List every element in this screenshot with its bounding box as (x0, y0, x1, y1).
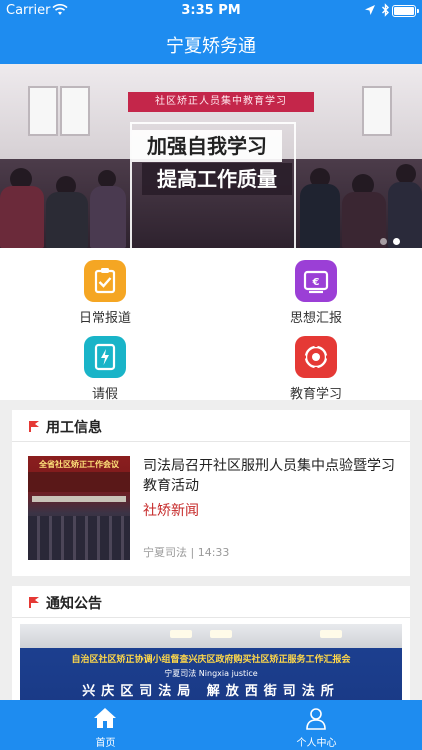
thumbnail-caption: 全省社区矫正工作会议 (39, 460, 119, 469)
function-menu: 日常报道 € 思想汇报 请假 教育学习 (0, 248, 422, 402)
menu-label: 教育学习 (289, 387, 342, 402)
news-thumbnail: 全省社区矫正工作会议 (28, 456, 130, 560)
banner-person (46, 192, 88, 248)
flag-icon (29, 421, 39, 432)
news-meta: 宁夏司法 | 14:33 (143, 544, 229, 560)
section-header: 通知公告 (12, 586, 410, 618)
menu-item-daily-report[interactable]: 日常报道 (50, 260, 160, 326)
banner-window (362, 86, 392, 136)
employment-section: 用工信息 全省社区矫正工作会议 司法局召开社区服刑人员集中点验暨学习教育活动 社… (12, 410, 410, 576)
notice-image[interactable]: 自治区社区矫正协调小组督查兴庆区政府购买社区矫正服务工作汇报会 宁夏司法 Nin… (20, 624, 402, 704)
status-bar: Carrier 3:35 PM (0, 0, 422, 22)
banner-wall-sign: 社区矫正人员集中教育学习 (128, 92, 314, 112)
menu-item-thought-report[interactable]: € 思想汇报 (261, 260, 371, 326)
menu-label: 日常报道 (78, 311, 131, 326)
notice-image-text: 自治区社区矫正协调小组督查兴庆区政府购买社区矫正服务工作汇报会 (71, 655, 351, 665)
banner-carousel[interactable]: 社区矫正人员集中教育学习 加强自我学习 提高工作质量 (0, 64, 422, 248)
status-time: 3:35 PM (181, 3, 241, 18)
page-title: 宁夏矫务通 (166, 36, 256, 57)
notice-image-lamp (170, 630, 192, 638)
report-icon: € (295, 260, 337, 302)
tab-label: 个人中心 (296, 738, 337, 749)
top-bar: Carrier 3:35 PM 宁夏矫务通 (0, 0, 422, 64)
target-icon (295, 336, 337, 378)
battery-icon (392, 5, 419, 17)
section-title: 通知公告 (46, 596, 102, 612)
leave-tablet-icon (84, 336, 126, 378)
bluetooth-icon (382, 3, 389, 17)
news-tag: 社矫新闻 (143, 503, 199, 519)
news-source: 宁夏司法 (143, 546, 187, 559)
notice-image-text: 宁夏司法 Ningxia justice (164, 669, 258, 678)
home-icon (94, 708, 116, 728)
banner-window (28, 86, 58, 136)
section-title: 用工信息 (46, 420, 102, 436)
banner-person (396, 164, 416, 184)
user-icon (306, 708, 326, 730)
carousel-dot-active[interactable] (393, 238, 400, 245)
banner-person (300, 184, 340, 248)
notice-image-text: 兴庆区司法局 解放西街司法所 (82, 684, 340, 699)
tab-bar: 首页 个人中心 (0, 700, 422, 750)
notice-image-lamp (210, 630, 232, 638)
notice-image-lamp (320, 630, 342, 638)
menu-item-education[interactable]: 教育学习 (261, 336, 371, 402)
banner-person (90, 186, 126, 248)
banner-person (0, 186, 44, 248)
flag-icon (29, 597, 39, 608)
clipboard-check-icon (84, 260, 126, 302)
section-header: 用工信息 (12, 410, 410, 442)
menu-label: 思想汇报 (289, 311, 342, 326)
banner-window (60, 86, 90, 136)
carousel-dot[interactable] (380, 238, 387, 245)
app-screen: Carrier 3:35 PM 宁夏矫务通 社区矫正人员集中教育学习 加强自我学… (0, 0, 422, 750)
tab-home[interactable]: 首页 (0, 700, 211, 750)
tab-profile[interactable]: 个人中心 (211, 700, 422, 750)
notice-section: 通知公告 自治区社区矫正协调小组督查兴庆区政府购买社区矫正服务工作汇报会 宁夏司… (12, 586, 410, 704)
news-time: 14:33 (197, 546, 230, 559)
tab-label: 首页 (95, 738, 116, 749)
banner-slogan-2: 提高工作质量 (142, 163, 292, 195)
svg-text:€: € (312, 277, 320, 288)
news-title: 司法局召开社区服刑人员集中点验暨学习教育活动 (143, 458, 395, 494)
banner-slogan-1: 加强自我学习 (132, 130, 282, 162)
location-arrow-icon (365, 5, 375, 15)
menu-label: 请假 (91, 387, 118, 402)
menu-item-leave[interactable]: 请假 (50, 336, 160, 402)
carousel-dots (374, 230, 400, 245)
meta-divider: | (190, 546, 198, 559)
